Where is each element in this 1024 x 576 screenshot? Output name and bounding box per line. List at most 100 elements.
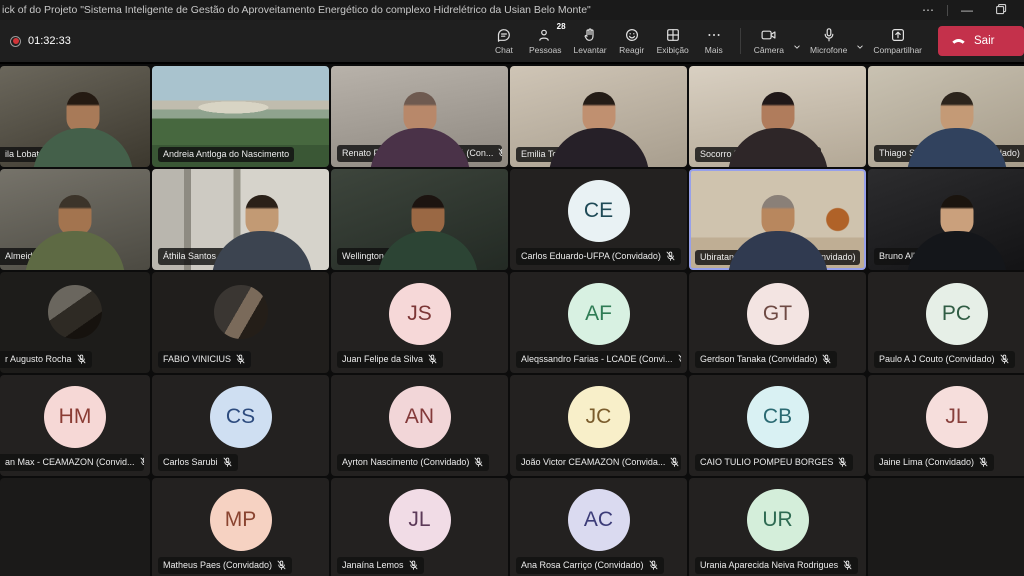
leave-meeting-button[interactable]: Sair [938,26,1024,56]
participant-name-label: Juan Felipe da Silva [337,351,443,368]
mic-options-chevron[interactable] [854,29,866,53]
participant-name-label: an Max - CEAMAZON (Convid... [0,454,144,471]
restore-button[interactable] [984,0,1018,20]
participant-avatar: GT [747,283,809,345]
chevron-down-icon [791,41,803,53]
toolbar-main-buttons: Chat28PessoasLevantar Reagir ExibiçãoMais [485,19,733,63]
participant-tile[interactable]: Áthila Santos de Lima [152,169,329,270]
participant-tile[interactable]: ACAna Rosa Carriço (Convidado) [510,478,687,576]
participant-name: r Augusto Rocha [5,355,72,364]
participant-name-label: Renato Francês - PCT Guamá (Con... [337,145,502,162]
participant-name-label: r Augusto Rocha [0,351,92,368]
toolbar-button-label: Pessoas [529,45,562,55]
mic-muted-icon [842,560,853,571]
camera-options-chevron[interactable] [791,29,803,53]
participant-tile[interactable]: JCJoão Victor CEAMAZON (Convida... [510,375,687,476]
meeting-timer: 01:32:33 [28,35,71,47]
toolbar-button-more[interactable]: Mais [695,19,733,63]
mic-muted-icon [960,251,971,262]
participant-tile[interactable]: Almeida Bernardes [0,169,150,270]
participant-tile[interactable]: HMan Max - CEAMAZON (Convid... [0,375,150,476]
participant-name: Thiago Soares - UFPA (Convidado) [879,149,1020,158]
view-icon [665,27,681,43]
divider [947,5,948,16]
meeting-toolbar: 01:32:33 Chat28PessoasLevantar Reagir Exib… [0,20,1024,64]
participant-name: Aleqssandro Farias - LCADE (Convi... [521,355,673,364]
participant-avatar: AF [568,283,630,345]
microphone-icon [821,27,837,43]
participant-tile[interactable]: ila Lobato [0,66,150,167]
participant-tile[interactable]: ANAyrton Nascimento (Convidado) [331,375,508,476]
mic-muted-icon [837,457,848,468]
participant-tile[interactable]: CECarlos Eduardo-UFPA (Convidado) [510,169,687,270]
participant-tile[interactable]: Andreia Antloga do Nascimento [152,66,329,167]
mic-muted-icon [665,251,676,262]
participant-grid: ila LobatoAndreia Antloga do Nascimento R… [0,66,1024,576]
participant-tile[interactable]: JLJanaína Lemos [331,478,508,576]
mic-muted-icon [669,457,680,468]
participant-name: Juan Felipe da Silva [342,355,423,364]
participant-name-label: Áthila Santos de Lima [158,248,271,265]
participant-tile[interactable]: GT Gerdson Tanaka (Convidado) [689,272,866,373]
toolbar-divider [740,28,741,54]
participant-name-label: Matheus Paes (Convidado) [158,557,292,574]
participant-tile[interactable] [0,478,150,576]
toolbar-button-mic[interactable]: Microfone [804,19,853,63]
people-icon [537,27,553,43]
participant-name-label: Urania Aparecida Neiva Rodrigues [695,557,858,574]
toolbar-button-view[interactable]: Exibição [651,19,695,63]
participant-name: Paulo A J Couto (Convidado) [879,355,995,364]
toolbar-button-chat[interactable]: Chat [485,19,523,63]
participant-tile[interactable]: r Augusto Rocha [0,272,150,373]
participant-name-label: Paulo A J Couto (Convidado) [874,351,1015,368]
participant-tile[interactable]: Renato Francês - PCT Guamá (Con... [331,66,508,167]
participant-tile[interactable]: Socorro Palheta (Convidado) [689,66,866,167]
participant-name-label: CAIO TULIO POMPEU BORGES [695,454,853,471]
toolbar-button-react[interactable]: Reagir [613,19,651,63]
participant-tile[interactable]: Wellington Fonseca [331,169,508,270]
participant-tile[interactable]: Bruno Albuquerque [868,169,1024,270]
participant-tile[interactable]: CSCarlos Sarubi [152,375,329,476]
toolbar-device-buttons: Câmera Microfone Compartilhar [748,19,928,63]
participant-name: Matheus Paes (Convidado) [163,561,272,570]
participant-tile[interactable]: Thiago Soares - UFPA (Convidado) [868,66,1024,167]
more-options-button[interactable]: ⋯ [911,0,945,20]
toolbar-button-raise[interactable]: Levantar [568,19,613,63]
window-controls: ⋯ — [911,0,1018,20]
toolbar-button-label: Reagir [619,45,644,55]
participant-name: Gerdson Tanaka (Convidado) [700,355,817,364]
mic-muted-icon [222,457,233,468]
participant-avatar: JL [926,386,988,448]
participant-name: Janaína Lemos [342,561,404,570]
participant-name: Ubiratan Holanda Bezerra (Convidado) [700,253,856,262]
toolbar-button-label: Microfone [810,45,847,55]
mic-muted-icon [425,251,436,262]
toolbar-button-share[interactable]: Compartilhar [867,19,928,63]
mic-muted-icon [978,457,989,468]
participant-name: CAIO TULIO POMPEU BORGES [700,458,833,467]
participant-avatar: CB [747,386,809,448]
participant-tile[interactable]: JLJaine Lima (Convidado) [868,375,1024,476]
toolbar-button-label: Compartilhar [873,45,922,55]
participant-avatar: JS [389,283,451,345]
minimize-button[interactable]: — [950,0,984,20]
participant-tile[interactable]: JS Juan Felipe da Silva [331,272,508,373]
ellipsis-icon: ⋯ [922,3,934,17]
participant-tile[interactable]: PCPaulo A J Couto (Convidado) [868,272,1024,373]
participant-name-label: Carlos Eduardo-UFPA (Convidado) [516,248,681,265]
participant-tile[interactable]: URUrania Aparecida Neiva Rodrigues [689,478,866,576]
mic-muted-icon [677,354,681,365]
participant-tile[interactable]: Emilia Tostes (Convidado) [510,66,687,167]
record-icon [10,36,21,47]
more-icon [706,27,722,43]
participant-tile[interactable] [868,478,1024,576]
toolbar-button-camera[interactable]: Câmera [748,19,790,63]
participant-tile[interactable]: Ubiratan Holanda Bezerra (Convidado) [689,169,866,270]
participant-tile[interactable]: FABIO VINICIUS [152,272,329,373]
participant-name: Bruno Albuquerque [879,252,956,261]
chat-icon [496,27,512,43]
participant-tile[interactable]: MPMatheus Paes (Convidado) [152,478,329,576]
toolbar-button-people[interactable]: 28Pessoas [523,19,568,63]
participant-tile[interactable]: CB CAIO TULIO POMPEU BORGES [689,375,866,476]
participant-tile[interactable]: AF Aleqssandro Farias - LCADE (Convi... [510,272,687,373]
